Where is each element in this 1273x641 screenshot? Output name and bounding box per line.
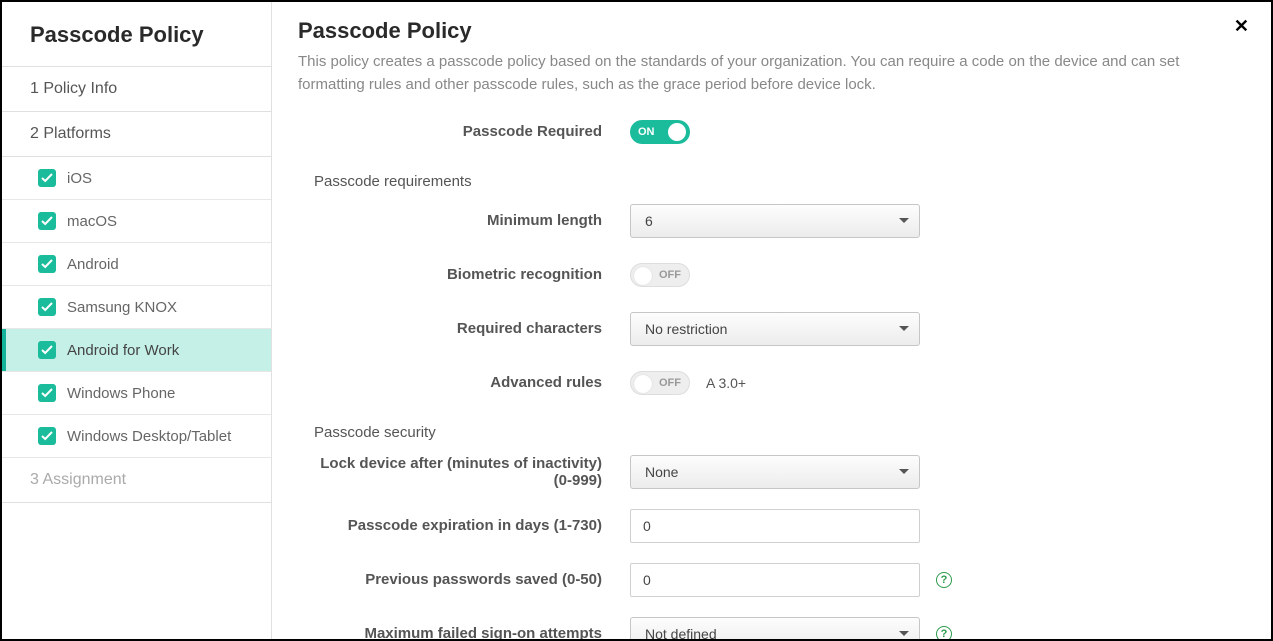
page-description: This policy creates a passcode policy ba… xyxy=(298,50,1218,97)
label-max-failed: Maximum failed sign-on attempts xyxy=(298,625,630,639)
label-expiration: Passcode expiration in days (1-730) xyxy=(298,517,630,534)
platform-samsung-knox[interactable]: Samsung KNOX xyxy=(2,286,271,329)
checkmark-icon xyxy=(38,384,56,402)
advanced-rules-note: A 3.0+ xyxy=(706,375,746,391)
platform-android-for-work[interactable]: Android for Work xyxy=(2,329,271,372)
step-platforms[interactable]: 2 Platforms xyxy=(2,112,271,157)
toggle-on-label: ON xyxy=(638,126,655,138)
platform-macos[interactable]: macOS xyxy=(2,200,271,243)
toggle-knob xyxy=(634,267,652,285)
step-assignment[interactable]: 3 Assignment xyxy=(2,458,271,503)
row-min-length: Minimum length 6 xyxy=(298,204,1245,238)
chevron-down-icon xyxy=(899,218,909,223)
checkmark-icon xyxy=(38,212,56,230)
sidebar-title: Passcode Policy xyxy=(2,2,271,67)
app-window: Passcode Policy 1 Policy Info 2 Platform… xyxy=(0,0,1273,641)
toggle-off-label: OFF xyxy=(659,377,681,389)
chevron-down-icon xyxy=(899,631,909,636)
platform-windows-desktop-tablet[interactable]: Windows Desktop/Tablet xyxy=(2,415,271,458)
help-icon[interactable]: ? xyxy=(936,626,952,640)
section-passcode-requirements: Passcode requirements xyxy=(298,169,1245,204)
label-min-length: Minimum length xyxy=(298,212,630,229)
platform-label: Android for Work xyxy=(67,342,179,359)
page-title: Passcode Policy xyxy=(298,18,1245,44)
toggle-off-label: OFF xyxy=(659,269,681,281)
section-passcode-security: Passcode security xyxy=(298,420,1245,455)
platform-ios[interactable]: iOS xyxy=(2,157,271,200)
platform-android[interactable]: Android xyxy=(2,243,271,286)
chevron-down-icon xyxy=(899,469,909,474)
input-prev-passwords[interactable] xyxy=(630,563,920,597)
checkmark-icon xyxy=(38,255,56,273)
select-value: 6 xyxy=(645,213,653,229)
chevron-down-icon xyxy=(899,326,909,331)
sidebar: Passcode Policy 1 Policy Info 2 Platform… xyxy=(2,2,272,639)
label-lock-after: Lock device after (minutes of inactivity… xyxy=(298,455,630,489)
platform-label: Android xyxy=(67,256,119,273)
row-biometric: Biometric recognition OFF xyxy=(298,258,1245,292)
platform-label: macOS xyxy=(67,213,117,230)
platform-label: Windows Desktop/Tablet xyxy=(67,428,231,445)
platform-windows-phone[interactable]: Windows Phone xyxy=(2,372,271,415)
row-lock-after: Lock device after (minutes of inactivity… xyxy=(298,455,1245,489)
select-required-chars[interactable]: No restriction xyxy=(630,312,920,346)
platform-label: Windows Phone xyxy=(67,385,175,402)
checkmark-icon xyxy=(38,427,56,445)
select-lock-after[interactable]: None xyxy=(630,455,920,489)
main-panel: ✕ Passcode Policy This policy creates a … xyxy=(272,2,1271,639)
checkmark-icon xyxy=(38,298,56,316)
close-icon[interactable]: ✕ xyxy=(1234,16,1249,37)
toggle-biometric[interactable]: OFF xyxy=(630,263,690,287)
row-required-chars: Required characters No restriction xyxy=(298,312,1245,346)
select-value: Not defined xyxy=(645,626,717,640)
label-biometric: Biometric recognition xyxy=(298,266,630,283)
toggle-knob xyxy=(634,375,652,393)
select-min-length[interactable]: 6 xyxy=(630,204,920,238)
platform-label: Samsung KNOX xyxy=(67,299,177,316)
select-max-failed[interactable]: Not defined xyxy=(630,617,920,640)
row-expiration: Passcode expiration in days (1-730) xyxy=(298,509,1245,543)
row-prev-passwords: Previous passwords saved (0-50) ? xyxy=(298,563,1245,597)
label-prev-passwords: Previous passwords saved (0-50) xyxy=(298,571,630,588)
checkmark-icon xyxy=(38,341,56,359)
label-required-chars: Required characters xyxy=(298,320,630,337)
row-passcode-required: Passcode Required ON xyxy=(298,115,1245,149)
input-expiration[interactable] xyxy=(630,509,920,543)
toggle-passcode-required[interactable]: ON xyxy=(630,120,690,144)
platform-label: iOS xyxy=(67,170,92,187)
toggle-knob xyxy=(668,123,686,141)
help-icon[interactable]: ? xyxy=(936,572,952,588)
row-advanced-rules: Advanced rules OFF A 3.0+ xyxy=(298,366,1245,400)
label-advanced-rules: Advanced rules xyxy=(298,374,630,391)
select-value: None xyxy=(645,464,678,480)
row-max-failed: Maximum failed sign-on attempts Not defi… xyxy=(298,617,1245,640)
step-policy-info[interactable]: 1 Policy Info xyxy=(2,67,271,112)
checkmark-icon xyxy=(38,169,56,187)
select-value: No restriction xyxy=(645,321,727,337)
label-passcode-required: Passcode Required xyxy=(298,123,630,140)
toggle-advanced-rules[interactable]: OFF xyxy=(630,371,690,395)
